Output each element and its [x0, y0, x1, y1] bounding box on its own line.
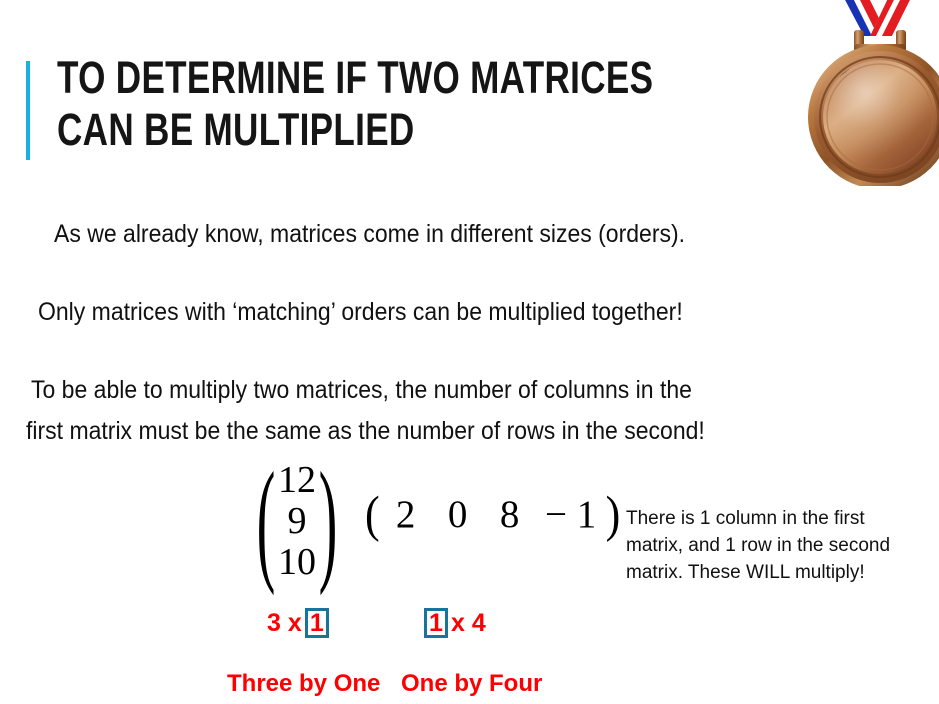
- body-paragraph-3-line-2: first matrix must be the same as the num…: [26, 417, 705, 445]
- order-words-second-matrix: One by Four: [401, 670, 543, 697]
- column-matrix-right-paren: ): [318, 445, 338, 598]
- page-title: To Determine If Two Matrices Can Be Mult…: [57, 52, 757, 156]
- medal-clasp: [854, 30, 906, 54]
- body-paragraph-3-line-1: To be able to multiply two matrices, the…: [31, 376, 692, 404]
- column-matrix-entry: 10: [278, 541, 316, 583]
- body-paragraph-1: As we already know, matrices come in dif…: [54, 220, 686, 248]
- column-matrix: ( 12 9 10 ): [255, 453, 339, 590]
- row-matrix-entry: 2: [395, 493, 416, 536]
- order-label-second-matrix: 1 x 4: [424, 608, 489, 638]
- page-title-line-2: Can Be Multiplied: [57, 104, 415, 155]
- order-boxed-dimension: 1: [304, 608, 329, 638]
- medal-ribbon-right: [870, 0, 938, 36]
- column-matrix-left-paren: (: [256, 445, 276, 598]
- order-suffix: x 4: [451, 608, 486, 637]
- row-matrix-right-paren: ): [605, 486, 621, 543]
- matrix-example-group: ( 12 9 10 ) ( 2 0 8 − 1 ): [255, 453, 621, 595]
- column-matrix-entry: 9: [287, 500, 307, 542]
- column-matrix-entry: 12: [278, 459, 316, 501]
- medal-ribbon-left: [822, 0, 892, 36]
- row-matrix: ( 2 0 8 − 1 ): [365, 489, 620, 540]
- row-matrix-entry: − 1: [545, 493, 597, 536]
- explanation-note: There is 1 column in the first matrix, a…: [626, 508, 891, 583]
- order-boxed-dimension: 1: [424, 608, 448, 638]
- medal-disc: [808, 45, 939, 186]
- bronze-medal-icon: [808, 0, 939, 186]
- order-prefix: 3 x: [267, 608, 302, 637]
- row-matrix-entry: 8: [499, 493, 520, 536]
- page-title-line-1: To Determine If Two Matrices: [57, 52, 654, 103]
- slide-canvas: To Determine If Two Matrices Can Be Mult…: [0, 0, 939, 704]
- row-matrix-entry: 0: [447, 493, 468, 536]
- title-accent-bar: [26, 61, 30, 160]
- body-paragraph-2: Only matrices with ‘matching’ orders can…: [38, 298, 683, 326]
- order-label-first-matrix: 3 x 1: [264, 608, 329, 638]
- row-matrix-left-paren: (: [365, 486, 380, 543]
- column-matrix-values: 12 9 10: [277, 460, 317, 583]
- order-words-first-matrix: Three by One: [227, 670, 381, 697]
